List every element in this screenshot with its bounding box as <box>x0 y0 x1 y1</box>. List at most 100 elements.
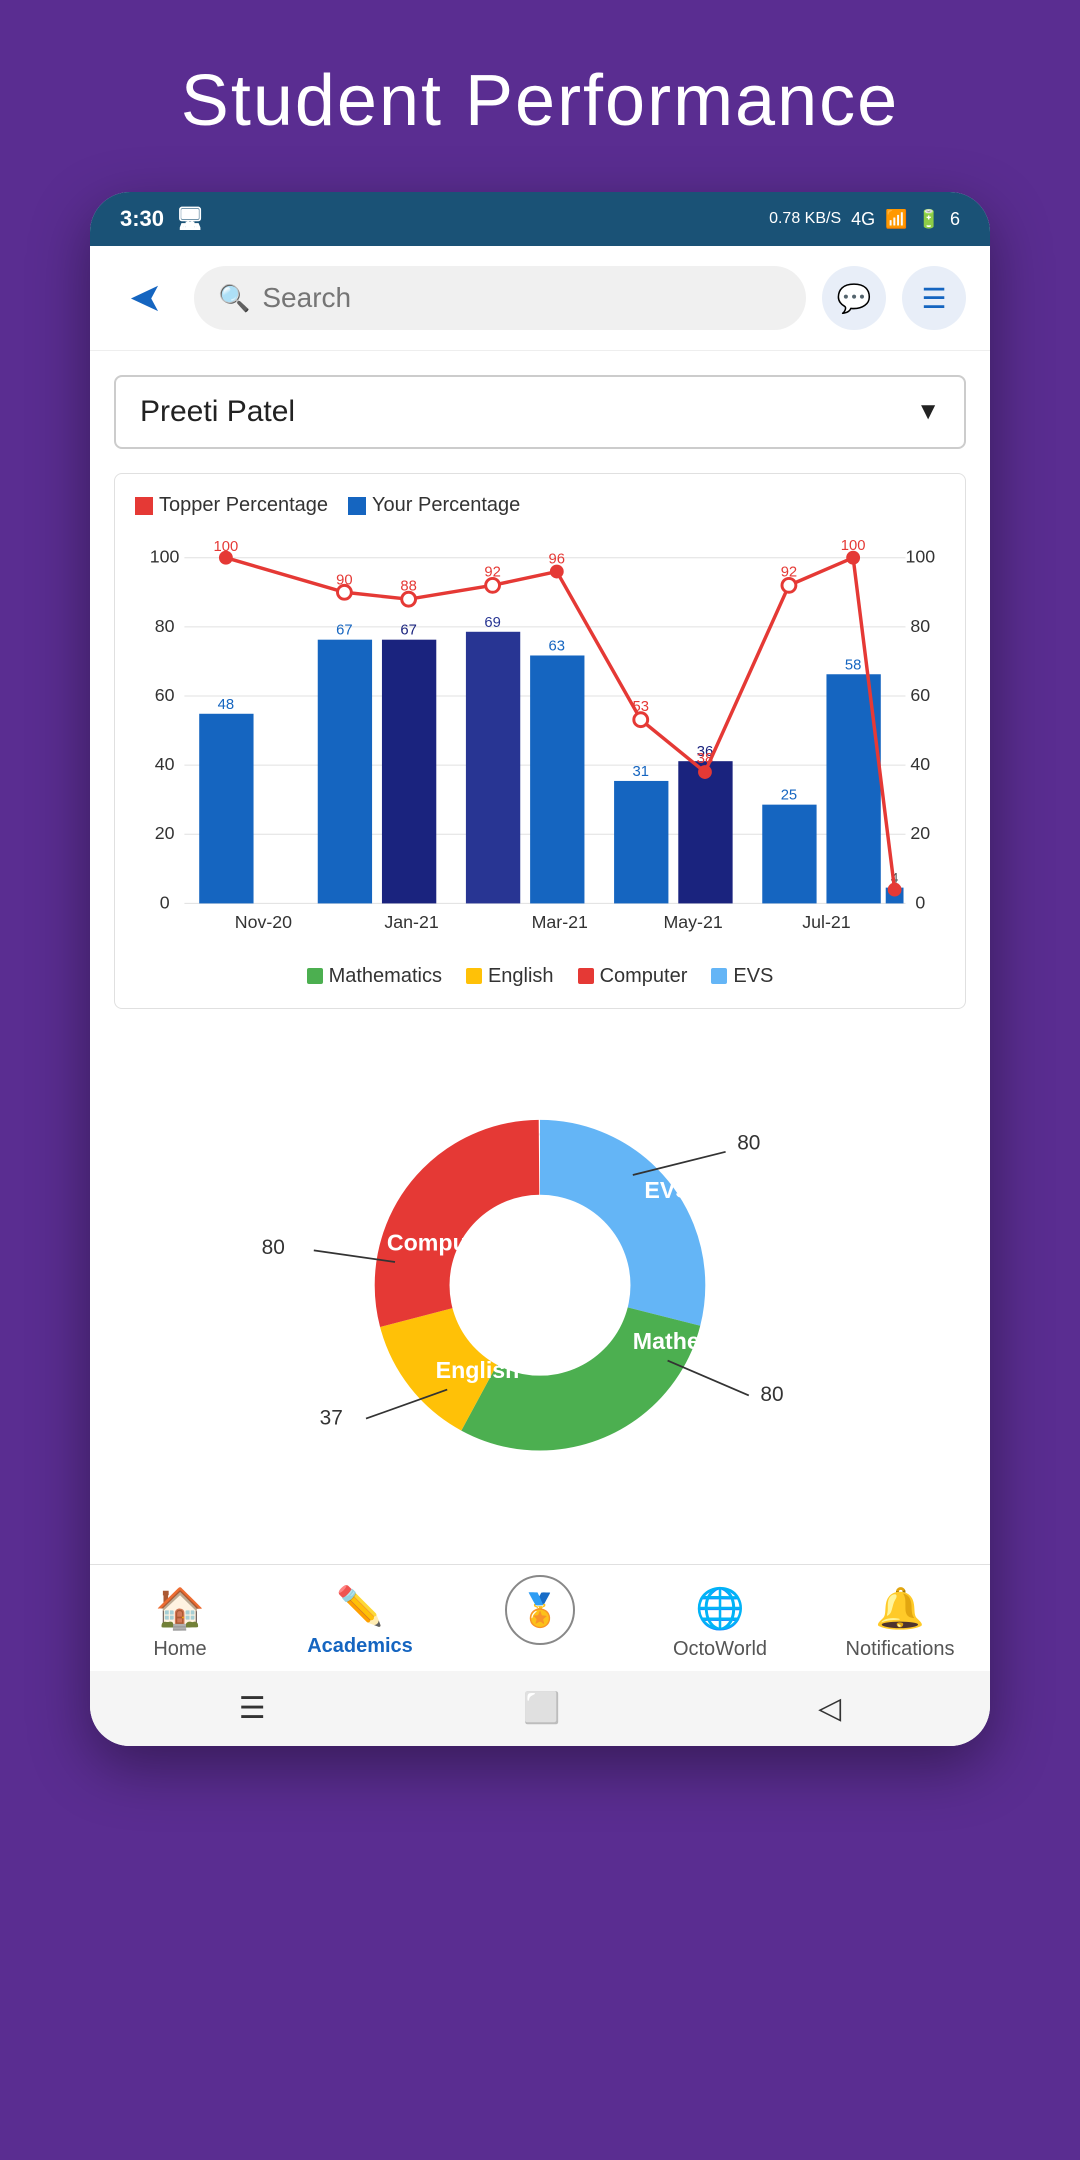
evs-label: EVS <box>733 965 773 988</box>
dot-4 <box>486 578 500 592</box>
notifications-label: Notifications <box>846 1638 955 1661</box>
svg-text:60: 60 <box>910 685 930 705</box>
svg-text:100: 100 <box>841 538 866 554</box>
donut-chart-svg: 80 EVS 80 Mathemati... 37 English 80 Com… <box>134 1059 946 1500</box>
english-label: English <box>488 965 554 988</box>
nav-center[interactable]: 🏅 <box>480 1585 600 1661</box>
bar-chart-svg-wrapper: 100 80 60 40 20 0 100 80 60 40 20 0 <box>135 533 945 953</box>
svg-text:40: 40 <box>155 754 175 774</box>
svg-text:37: 37 <box>320 1406 343 1429</box>
data-type: 4G <box>851 209 875 230</box>
svg-text:80: 80 <box>910 616 930 636</box>
computer-dot <box>578 968 594 984</box>
svg-text:80: 80 <box>155 616 175 636</box>
menu-button[interactable]: ☰ <box>902 266 966 330</box>
svg-text:96: 96 <box>549 552 565 568</box>
svg-text:Jul-21: Jul-21 <box>802 912 851 932</box>
bar-mar21-b <box>530 655 584 903</box>
system-home-button[interactable]: ⬜ <box>523 1691 560 1726</box>
svg-text:40: 40 <box>910 754 930 774</box>
battery-icon: 🔋 <box>918 209 940 230</box>
evs-legend: EVS <box>711 965 773 988</box>
svg-text:Nov-20: Nov-20 <box>235 912 292 932</box>
math-legend: Mathematics <box>307 965 442 988</box>
svg-text:58: 58 <box>845 657 861 673</box>
svg-text:20: 20 <box>155 823 175 843</box>
bar-mar21-a <box>466 632 520 904</box>
dropdown-selected: Preeti Patel <box>140 395 295 429</box>
dot-10 <box>888 883 902 897</box>
nav-home[interactable]: 🏠 Home <box>120 1585 240 1661</box>
search-input[interactable] <box>262 282 782 314</box>
signal-icon: 📶 <box>885 209 907 230</box>
dot-7 <box>698 765 712 779</box>
math-label: Mathematics <box>329 965 442 988</box>
page-title: Student Performance <box>181 0 899 192</box>
svg-text:48: 48 <box>218 697 234 713</box>
notifications-icon: 🔔 <box>875 1585 925 1632</box>
svg-text:80: 80 <box>737 1131 760 1154</box>
status-left: 3:30 🖥 <box>120 206 204 232</box>
back-arrow-icon: ➤ <box>129 275 163 321</box>
status-right: 0.78 KB/S 4G 📶 🔋 6 <box>769 209 960 230</box>
your-color-box <box>348 497 366 515</box>
bar-jan21-a <box>318 640 372 904</box>
dropdown-arrow-icon: ▼ <box>916 398 940 426</box>
svg-text:53: 53 <box>633 699 649 715</box>
svg-text:EVS: EVS <box>644 1177 690 1203</box>
search-icon: 🔍 <box>218 283 250 314</box>
computer-label: Computer <box>600 965 688 988</box>
svg-text:92: 92 <box>484 564 500 580</box>
svg-text:25: 25 <box>781 788 797 804</box>
dot-6 <box>634 713 648 727</box>
svg-text:0: 0 <box>160 892 170 912</box>
bar-chart-area: Topper Percentage Your Percentage 100 80… <box>114 473 966 1009</box>
time: 3:30 <box>120 206 164 232</box>
system-menu-button[interactable]: ☰ <box>239 1691 266 1726</box>
svg-text:67: 67 <box>336 623 352 639</box>
octoworld-label: OctoWorld <box>673 1638 767 1661</box>
center-nav-circle: 🏅 <box>505 1575 575 1645</box>
octoworld-icon: 🌐 <box>695 1585 745 1632</box>
donut-center <box>450 1195 631 1376</box>
home-label: Home <box>153 1638 206 1661</box>
dot-3 <box>402 592 416 606</box>
svg-text:May-21: May-21 <box>663 912 722 932</box>
bar-jul21-a <box>762 805 816 904</box>
evs-dot <box>711 968 727 984</box>
chat-button[interactable]: 💬 <box>822 266 886 330</box>
nav-octoworld[interactable]: 🌐 OctoWorld <box>660 1585 780 1661</box>
bar-may21-b <box>678 761 732 903</box>
bar-may21-a <box>614 781 668 903</box>
bar-jan21-b <box>382 640 436 904</box>
main-content: Preeti Patel ▼ Topper Percentage Your Pe… <box>90 351 990 1564</box>
status-bar: 3:30 🖥 0.78 KB/S 4G 📶 🔋 6 <box>90 192 990 246</box>
svg-text:0: 0 <box>915 892 925 912</box>
dot-8 <box>782 578 796 592</box>
system-nav: ☰ ⬜ ◁ <box>90 1671 990 1746</box>
chat-icon: 💬 <box>837 282 872 315</box>
svg-text:Mathemati...: Mathemati... <box>633 1328 767 1354</box>
svg-text:31: 31 <box>633 764 649 780</box>
system-back-button[interactable]: ◁ <box>818 1691 841 1726</box>
center-nav-icon: 🏅 <box>520 1591 560 1629</box>
svg-text:English: English <box>436 1357 520 1383</box>
search-bar[interactable]: 🔍 <box>194 266 806 330</box>
nav-academics[interactable]: ✏️ Academics <box>300 1585 420 1661</box>
svg-text:60: 60 <box>155 685 175 705</box>
network-speed: 0.78 KB/S <box>769 210 841 228</box>
svg-text:38: 38 <box>697 751 713 767</box>
menu-icon: ☰ <box>921 282 946 315</box>
student-dropdown[interactable]: Preeti Patel ▼ <box>114 375 966 449</box>
donut-chart-section: 80 EVS 80 Mathemati... 37 English 80 Com… <box>114 1039 966 1520</box>
back-button[interactable]: ➤ <box>114 266 178 330</box>
your-legend: Your Percentage <box>348 494 520 517</box>
svg-text:100: 100 <box>214 539 239 555</box>
subject-legend: Mathematics English Computer EVS <box>135 965 945 988</box>
svg-text:100: 100 <box>150 547 180 567</box>
svg-text:80: 80 <box>760 1383 783 1406</box>
top-bar: ➤ 🔍 💬 ☰ <box>90 246 990 351</box>
topper-legend-label: Topper Percentage <box>159 494 328 517</box>
computer-legend: Computer <box>578 965 688 988</box>
nav-notifications[interactable]: 🔔 Notifications <box>840 1585 960 1661</box>
